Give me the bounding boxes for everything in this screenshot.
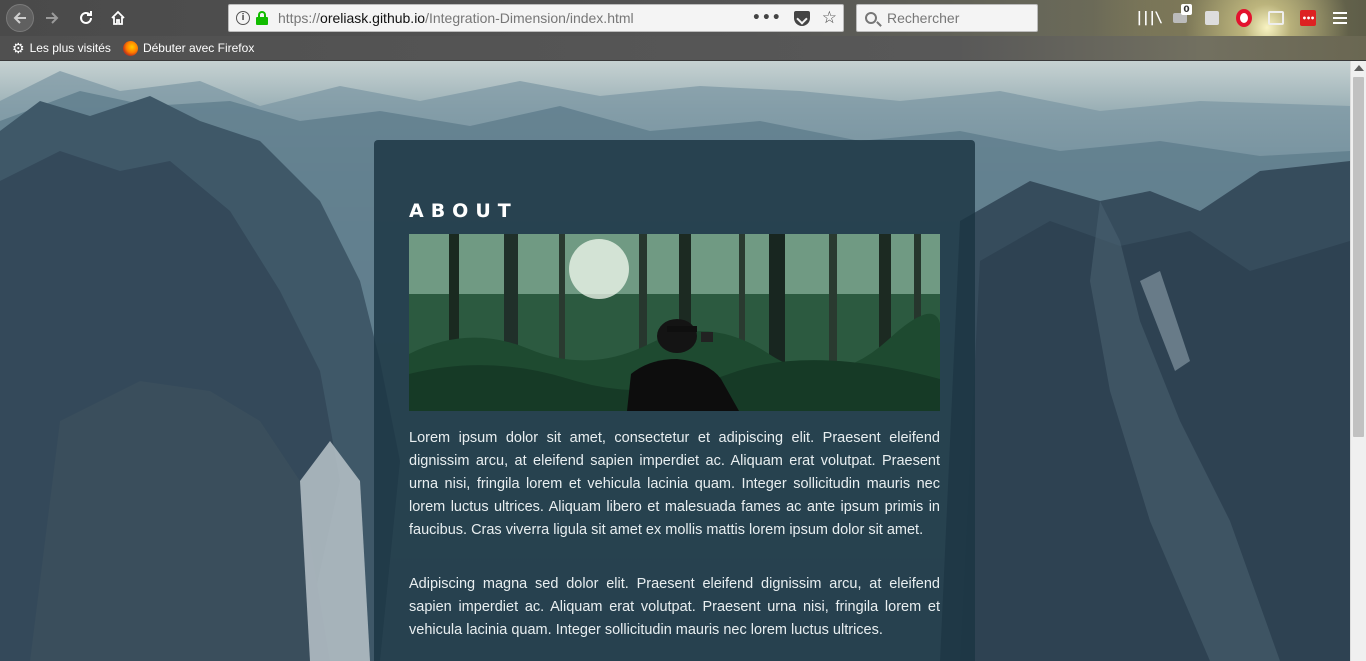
bookmark-label: Les plus visités: [29, 41, 111, 55]
url-actions: ••• ☆: [752, 8, 837, 28]
reload-icon: [80, 11, 92, 24]
url-text[interactable]: https://oreliask.github.io/Integration-D…: [278, 10, 634, 26]
notification-badge: 0: [1181, 4, 1192, 15]
url-bar[interactable]: i https://oreliask.github.io/Integration…: [228, 4, 844, 32]
page-viewport: ABOUT Lorem ipsum dolor sit amet, consec…: [0, 61, 1350, 661]
forward-button[interactable]: [38, 4, 66, 32]
gear-icon: ⚙: [12, 40, 25, 56]
toolbar-icons: |||\ 0 •••: [1135, 4, 1350, 30]
forest-photo: [409, 234, 940, 411]
scroll-thumb[interactable]: [1353, 77, 1364, 437]
lock-icon[interactable]: [256, 11, 268, 25]
back-button[interactable]: [6, 4, 34, 32]
opera-icon[interactable]: [1234, 8, 1254, 28]
pocket-icon[interactable]: [793, 10, 810, 26]
bookmark-label: Débuter avec Firefox: [142, 41, 255, 55]
bookmarks-bar: ⚙ Les plus visités Débuter avec Firefox: [0, 36, 1366, 61]
url-path: /Integration-Dimension/index.html: [425, 10, 634, 26]
browser-toolbar: i https://oreliask.github.io/Integration…: [0, 0, 1366, 61]
page-actions-icon[interactable]: •••: [752, 10, 782, 26]
vertical-scrollbar[interactable]: [1350, 61, 1366, 661]
firefox-icon: [122, 40, 138, 56]
home-icon: [111, 10, 125, 25]
arrow-right-icon: [46, 12, 59, 24]
about-paragraph: Lorem ipsum dolor sit amet, consectetur …: [409, 430, 940, 538]
library-icon[interactable]: |||\: [1135, 8, 1163, 28]
search-icon: [865, 12, 877, 24]
reader-view-icon[interactable]: [1266, 8, 1286, 28]
hamburger-menu-icon[interactable]: [1330, 8, 1350, 28]
bookmark-most-visited[interactable]: ⚙ Les plus visités: [12, 41, 111, 55]
search-bar[interactable]: Rechercher: [856, 4, 1038, 32]
bookmark-star-icon[interactable]: ☆: [822, 9, 837, 27]
info-icon[interactable]: i: [236, 11, 250, 25]
about-paragraph: Adipiscing magna sed dolor elit. Praesen…: [409, 576, 940, 638]
notifications-icon[interactable]: 0: [1170, 4, 1192, 28]
home-button[interactable]: [104, 4, 132, 32]
page-title: ABOUT: [409, 200, 518, 222]
url-host: oreliask.github.io: [320, 10, 426, 26]
about-panel: ABOUT Lorem ipsum dolor sit amet, consec…: [374, 140, 975, 661]
extension-grid-icon[interactable]: [1202, 8, 1222, 28]
lastpass-icon[interactable]: •••: [1298, 8, 1318, 28]
bookmark-getting-started[interactable]: Débuter avec Firefox: [122, 40, 255, 56]
url-prefix: https://: [278, 10, 321, 26]
scroll-up-arrow-icon[interactable]: [1354, 65, 1364, 71]
arrow-left-icon: [13, 12, 26, 24]
reload-button[interactable]: [72, 4, 100, 32]
search-placeholder: Rechercher: [887, 10, 960, 26]
hero-image: [409, 234, 940, 411]
